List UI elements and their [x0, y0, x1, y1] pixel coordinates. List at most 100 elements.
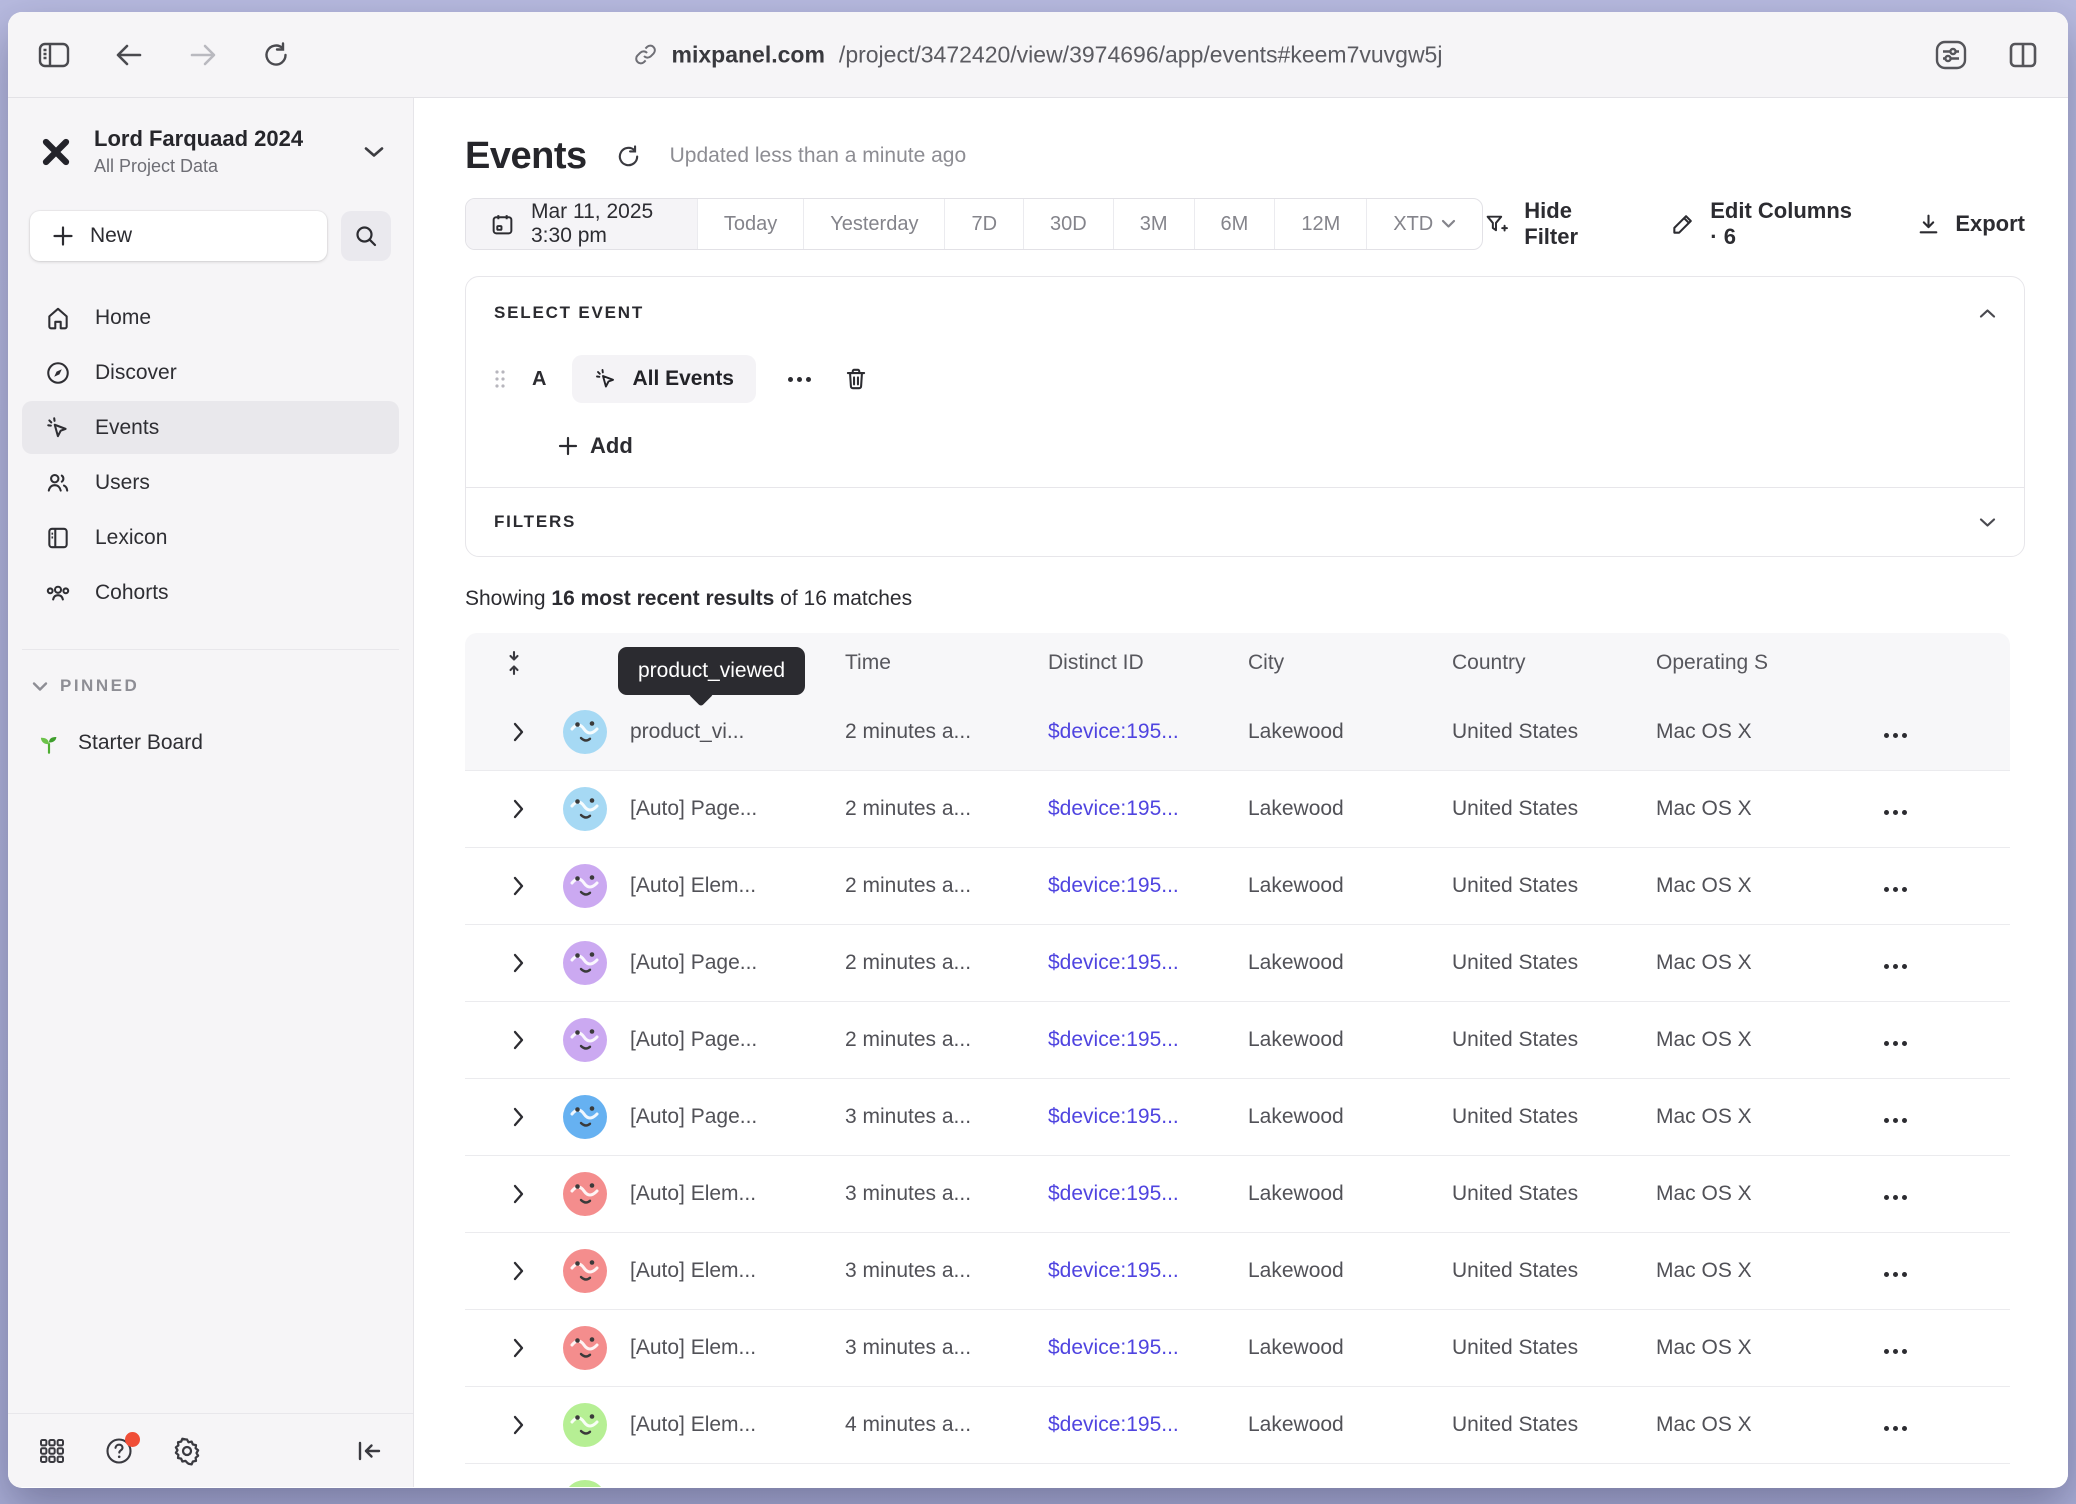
range-today[interactable]: Today	[698, 199, 804, 249]
apps-grid-icon[interactable]	[38, 1437, 66, 1465]
range-30d[interactable]: 30D	[1024, 199, 1114, 249]
row-actions-button[interactable]	[1878, 1112, 1913, 1129]
row-actions-button[interactable]	[1878, 1343, 1913, 1360]
sidebar-item-label: Events	[95, 416, 159, 440]
cell-distinct-id[interactable]: $device:195...	[1048, 1182, 1248, 1206]
sidebar-item-events[interactable]: Events	[22, 401, 399, 454]
drag-handle-icon[interactable]	[494, 368, 506, 390]
table-row[interactable]: [Auto] Page... 3 minutes a... $device:19…	[465, 1078, 2010, 1155]
range-7d[interactable]: 7D	[945, 199, 1024, 249]
table-row[interactable]: [Auto] Elem... 4 minutes a... $device:19…	[465, 1386, 2010, 1463]
add-event-button[interactable]: Add	[558, 433, 633, 459]
col-header-city[interactable]: City	[1248, 651, 1452, 675]
cell-country: United States	[1452, 874, 1656, 898]
forward-button-icon[interactable]	[188, 42, 218, 68]
cell-event: [Auto] Elem...	[630, 1413, 845, 1437]
expand-row-button[interactable]	[465, 1338, 540, 1358]
sidebar-item-discover[interactable]: Discover	[22, 346, 399, 399]
edit-columns-button[interactable]: Edit Columns · 6	[1670, 198, 1864, 250]
collapse-rows-icon[interactable]	[465, 650, 540, 676]
expand-row-button[interactable]	[465, 1107, 540, 1127]
row-actions-button[interactable]	[1878, 1035, 1913, 1052]
range-xtd[interactable]: XTD	[1367, 199, 1482, 249]
table-row[interactable]: [Auto] Page... 2 minutes a... $device:19…	[465, 924, 2010, 1001]
address-bar[interactable]: mixpanel.com/project/3472420/view/397469…	[634, 41, 1443, 68]
cell-distinct-id[interactable]: $device:195...	[1048, 1105, 1248, 1129]
event-avatar	[563, 1403, 607, 1447]
sidebar-item-users[interactable]: Users	[22, 456, 399, 509]
row-actions-button[interactable]	[1878, 958, 1913, 975]
row-actions-button[interactable]	[1878, 1189, 1913, 1206]
sidebar-item-home[interactable]: Home	[22, 291, 399, 344]
cell-distinct-id[interactable]: $device:195...	[1048, 1028, 1248, 1052]
row-actions-button[interactable]	[1878, 1420, 1913, 1437]
cell-city: Lakewood	[1248, 874, 1452, 898]
page-settings-icon[interactable]	[1934, 39, 1968, 71]
collapse-sidebar-icon[interactable]	[355, 1438, 383, 1464]
col-header-os[interactable]: Operating S	[1656, 651, 1850, 675]
row-actions-button[interactable]	[1878, 881, 1913, 898]
cell-distinct-id[interactable]: $device:195...	[1048, 797, 1248, 821]
date-label: Mar 11, 2025 3:30 pm	[531, 200, 673, 248]
select-event-label: SELECT EVENT	[494, 303, 644, 323]
col-header-time[interactable]: Time	[845, 651, 1048, 675]
pinned-header[interactable]: PINNED	[32, 676, 389, 696]
cell-distinct-id[interactable]: $device:195...	[1048, 951, 1248, 975]
chevron-up-icon[interactable]	[1979, 308, 1996, 319]
cell-os: Mac OS X	[1656, 874, 1850, 898]
range-yesterday[interactable]: Yesterday	[804, 199, 945, 249]
table-row[interactable]: [Auto] Elem... 2 minutes a... $device:19…	[465, 847, 2010, 924]
hide-filter-button[interactable]: Hide Filter	[1483, 198, 1618, 250]
row-actions-button[interactable]	[1878, 804, 1913, 821]
cell-city: Lakewood	[1248, 1259, 1452, 1283]
table-row[interactable]: product_vi... 2 minutes a... $device:195…	[465, 693, 2010, 770]
cell-distinct-id[interactable]: $device:195...	[1048, 1336, 1248, 1360]
url-domain: mixpanel.com	[672, 41, 825, 68]
expand-row-button[interactable]	[465, 1030, 540, 1050]
new-button[interactable]: New	[30, 211, 327, 261]
table-row[interactable]: [Auto] Elem... 3 minutes a... $device:19…	[465, 1232, 2010, 1309]
sidebar-item-cohorts[interactable]: Cohorts	[22, 566, 399, 619]
expand-row-button[interactable]	[465, 876, 540, 896]
settings-gear-icon[interactable]	[172, 1436, 202, 1466]
col-header-distinct-id[interactable]: Distinct ID	[1048, 651, 1248, 675]
table-row[interactable]: [Auto] Elem... 3 minutes a... $device:19…	[465, 1309, 2010, 1386]
cell-distinct-id[interactable]: $device:195...	[1048, 1259, 1248, 1283]
sidebar-item-label: Discover	[95, 361, 177, 385]
sidebar-item-lexicon[interactable]: Lexicon	[22, 511, 399, 564]
range-3m[interactable]: 3M	[1114, 199, 1195, 249]
cell-distinct-id[interactable]: $device:195...	[1048, 874, 1248, 898]
search-button[interactable]	[341, 211, 391, 261]
row-actions-button[interactable]	[1878, 1266, 1913, 1283]
expand-row-button[interactable]	[465, 722, 540, 742]
expand-row-button[interactable]	[465, 799, 540, 819]
table-row[interactable]: [Auto] Page... 2 minutes a... $device:19…	[465, 1001, 2010, 1078]
cell-distinct-id[interactable]: $device:195...	[1048, 720, 1248, 744]
expand-row-button[interactable]	[465, 953, 540, 973]
table-row[interactable]	[465, 1463, 2010, 1487]
row-actions-button[interactable]	[1878, 727, 1913, 744]
project-switcher[interactable]: Lord Farquaad 2024 All Project Data	[22, 126, 399, 177]
more-options-button[interactable]	[782, 371, 817, 388]
expand-row-button[interactable]	[465, 1415, 540, 1435]
refresh-icon[interactable]	[615, 143, 642, 170]
table-row[interactable]: [Auto] Page... 2 minutes a... $device:19…	[465, 770, 2010, 847]
trash-icon[interactable]	[843, 366, 869, 392]
cell-distinct-id[interactable]: $device:195...	[1048, 1413, 1248, 1437]
chevron-down-icon[interactable]	[1979, 517, 1996, 528]
split-view-icon[interactable]	[2008, 41, 2038, 69]
table-row[interactable]: [Auto] Elem... 3 minutes a... $device:19…	[465, 1155, 2010, 1232]
expand-row-button[interactable]	[465, 1261, 540, 1281]
reload-button-icon[interactable]	[262, 41, 290, 69]
range-6m[interactable]: 6M	[1195, 199, 1276, 249]
back-button-icon[interactable]	[114, 42, 144, 68]
col-header-country[interactable]: Country	[1452, 651, 1656, 675]
help-button[interactable]	[104, 1436, 134, 1466]
export-button[interactable]: Export	[1916, 211, 2025, 237]
pinned-item-starter-board[interactable]: Starter Board	[32, 730, 389, 756]
date-picker-button[interactable]: Mar 11, 2025 3:30 pm	[466, 199, 698, 249]
event-selector-chip[interactable]: All Events	[572, 355, 756, 403]
range-12m[interactable]: 12M	[1275, 199, 1367, 249]
sidebar-toggle-icon[interactable]	[38, 41, 70, 69]
expand-row-button[interactable]	[465, 1184, 540, 1204]
